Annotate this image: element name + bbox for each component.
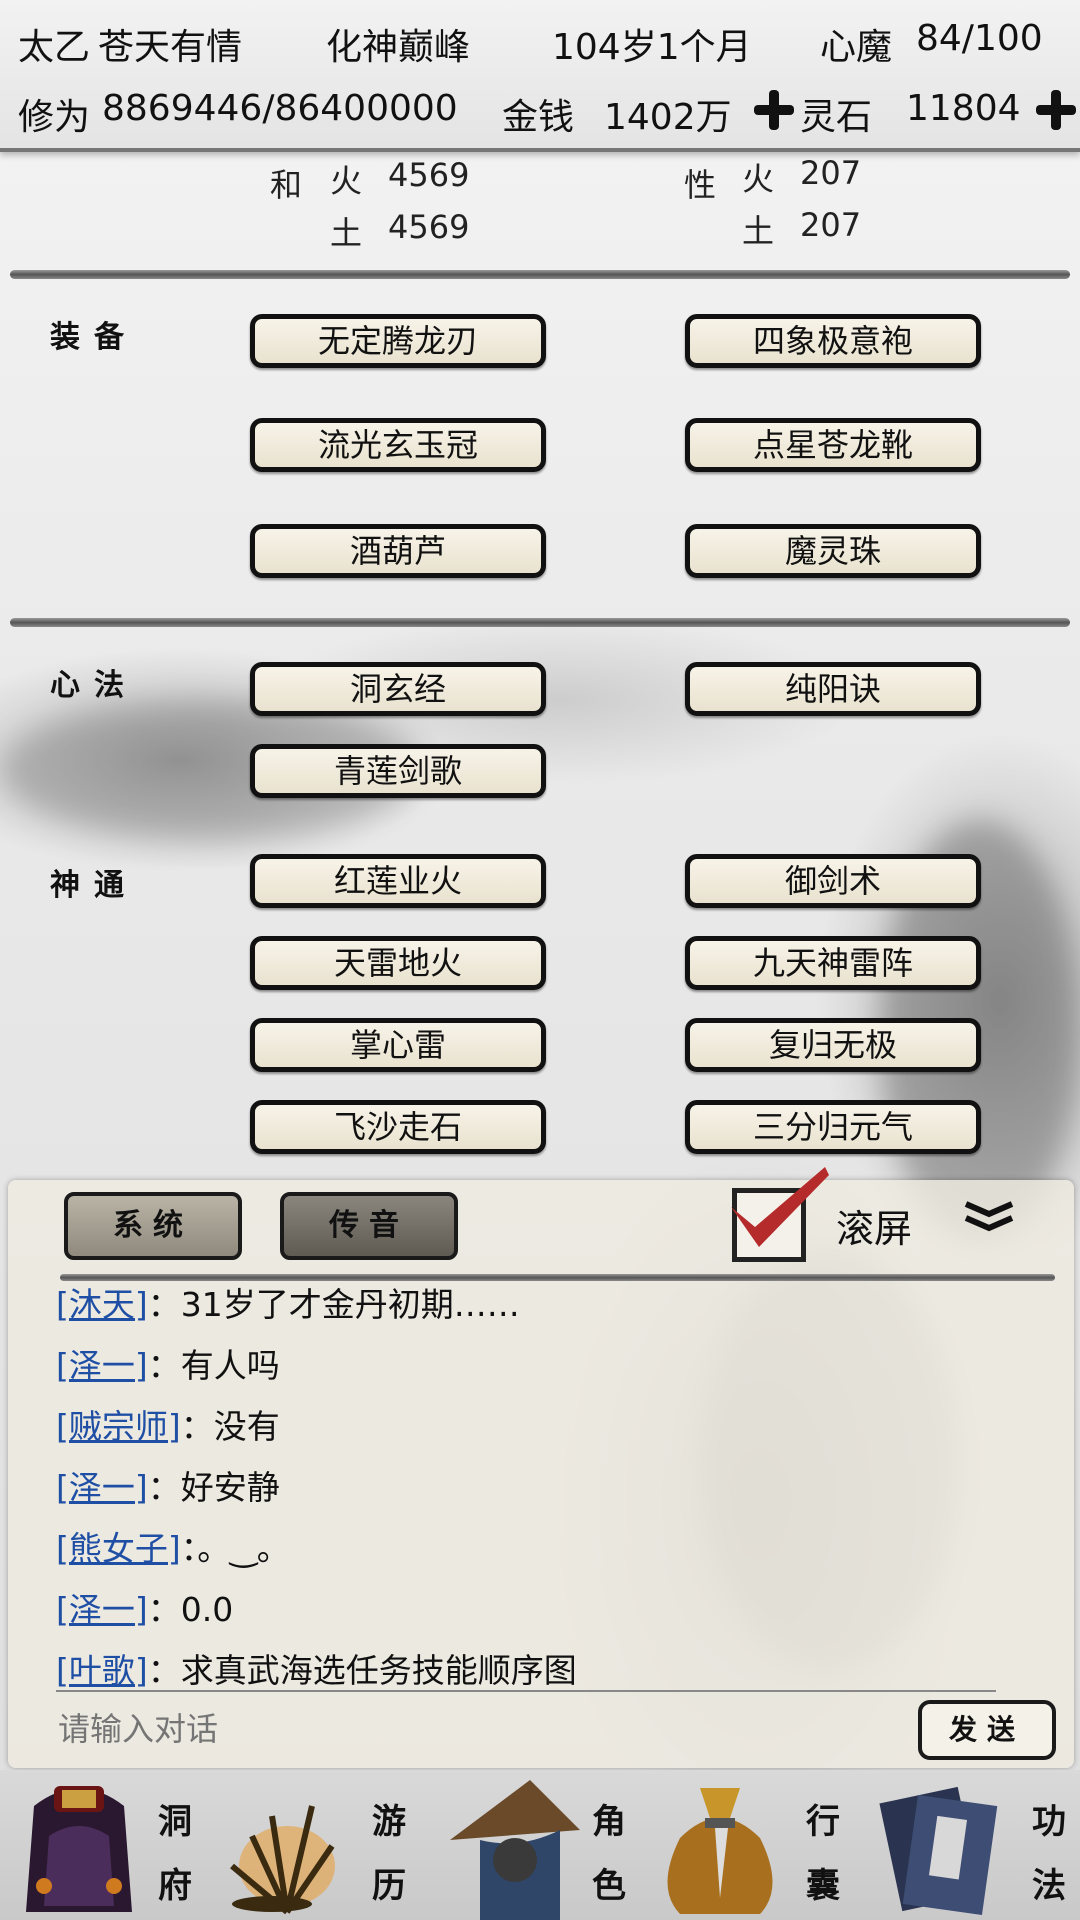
- equip-slot-gourd[interactable]: 酒葫芦: [250, 524, 546, 578]
- chat-message-text: ：有人吗: [147, 1346, 280, 1385]
- stat-right-earth-label: 土: [742, 212, 775, 250]
- chat-sender-link[interactable]: [泽一]: [56, 1590, 148, 1629]
- chat-input[interactable]: [56, 1706, 900, 1752]
- ability-4[interactable]: 九天神雷阵: [685, 936, 981, 990]
- cultivation-label: 修为: [18, 97, 91, 138]
- chevron-double-down-icon[interactable]: [962, 1200, 1016, 1234]
- age: 104岁1个月: [552, 27, 752, 68]
- bottom-nav: 洞 府 游 历 角 色 行 囊 功 法: [0, 1770, 1080, 1920]
- stat-left-earth-value: 4569: [388, 208, 470, 246]
- ability-8[interactable]: 三分归元气: [685, 1100, 981, 1154]
- scroll-label: 滚屏: [836, 1207, 913, 1251]
- abilities-label: 神通: [50, 868, 138, 903]
- chat-message-text: ：。‿。: [180, 1529, 290, 1568]
- ability-2[interactable]: 御剑术: [685, 854, 981, 908]
- chat-message: [泽一]：有人吗: [56, 1339, 280, 1387]
- books-icon[interactable]: [870, 1774, 1010, 1920]
- ability-6[interactable]: 复归无极: [685, 1018, 981, 1072]
- stat-left-label: 和: [270, 166, 303, 204]
- realm: 化神巅峰: [326, 27, 471, 68]
- stone-value: 11804: [906, 88, 1021, 129]
- heart-method-3[interactable]: 青莲剑歌: [250, 744, 546, 798]
- divider: [10, 618, 1070, 627]
- nav-bag-char2[interactable]: 囊: [806, 1858, 840, 1907]
- chat-sender-link[interactable]: [沐天]: [56, 1285, 148, 1324]
- tab-whisper[interactable]: 传音: [280, 1192, 458, 1260]
- chat-message-text: ：好安静: [147, 1468, 280, 1507]
- character-hat-icon[interactable]: [440, 1770, 590, 1920]
- equip-slot-boots[interactable]: 点星苍龙靴: [685, 418, 981, 472]
- chat-message: [叶歌]：求真武海选任务技能顺序图: [56, 1644, 577, 1692]
- chat-sender-link[interactable]: [贼宗师]: [56, 1407, 181, 1446]
- stat-left-fire-label: 火: [330, 162, 363, 200]
- check-mark-icon: [731, 1167, 829, 1247]
- ability-3[interactable]: 天雷地火: [250, 936, 546, 990]
- chat-message-text: ：0.0: [147, 1590, 234, 1629]
- chat-message-text: ：没有: [180, 1407, 280, 1446]
- nav-character-char2[interactable]: 色: [592, 1858, 626, 1907]
- chat-message: [沐天]：31岁了才金丹初期……: [56, 1278, 520, 1326]
- nav-cave-char2[interactable]: 府: [158, 1858, 192, 1907]
- player-name: 苍天有情: [98, 27, 243, 68]
- stat-left-fire-value: 4569: [388, 156, 470, 194]
- status-header: 太乙 苍天有情 化神巅峰 104岁1个月 心魔 84/100 修为 886944…: [0, 0, 1080, 152]
- ability-7[interactable]: 飞沙走石: [250, 1100, 546, 1154]
- ability-1[interactable]: 红莲业火: [250, 854, 546, 908]
- demon-value: 84/100: [916, 18, 1043, 59]
- add-stone-icon[interactable]: [1036, 90, 1076, 130]
- nav-travel-char2[interactable]: 历: [372, 1858, 406, 1907]
- chat-message: [泽一]：0.0: [56, 1583, 233, 1631]
- chat-sender-link[interactable]: [泽一]: [56, 1468, 148, 1507]
- chat-message: [贼宗师]：没有: [56, 1400, 280, 1448]
- stat-right-fire-label: 火: [742, 160, 775, 198]
- send-button[interactable]: 发送: [918, 1700, 1056, 1760]
- demon-label: 心魔: [820, 27, 893, 68]
- nav-skills-char2[interactable]: 法: [1032, 1858, 1066, 1907]
- heart-method-2[interactable]: 纯阳诀: [685, 662, 981, 716]
- nav-skills-char1[interactable]: 功: [1032, 1794, 1066, 1843]
- chat-sender-link[interactable]: [熊女子]: [56, 1529, 181, 1568]
- cultivation-value: 8869446/86400000: [102, 88, 458, 129]
- pouch-bag-icon[interactable]: [650, 1778, 790, 1920]
- nav-cave-char1[interactable]: 洞: [158, 1794, 192, 1843]
- chat-sender-link[interactable]: [泽一]: [56, 1346, 148, 1385]
- stat-left-earth-label: 土: [330, 214, 363, 252]
- chat-message: [泽一]：好安静: [56, 1461, 280, 1509]
- herb-plant-icon[interactable]: [212, 1786, 362, 1916]
- money-value: 1402万: [604, 97, 732, 138]
- stone-label: 灵石: [800, 97, 873, 138]
- sect-name: 太乙: [18, 27, 91, 68]
- stat-right-label: 性: [684, 166, 717, 204]
- stat-right-fire-value: 207: [800, 154, 862, 192]
- chat-sender-link[interactable]: [叶歌]: [56, 1651, 148, 1690]
- equip-slot-crown[interactable]: 流光玄玉冠: [250, 418, 546, 472]
- equipment-label: 装备: [50, 320, 138, 355]
- input-underline: [56, 1690, 996, 1692]
- equip-slot-weapon[interactable]: 无定腾龙刃: [250, 314, 546, 368]
- add-money-icon[interactable]: [754, 90, 794, 130]
- chat-message-text: ：求真武海选任务技能顺序图: [147, 1651, 577, 1690]
- heart-method-label: 心法: [50, 668, 138, 703]
- tab-system[interactable]: 系统: [64, 1192, 242, 1260]
- divider: [10, 270, 1070, 279]
- heart-method-1[interactable]: 洞玄经: [250, 662, 546, 716]
- equip-slot-orb[interactable]: 魔灵珠: [685, 524, 981, 578]
- chat-message-text: ：31岁了才金丹初期……: [147, 1285, 520, 1324]
- cave-dwelling-icon[interactable]: [14, 1776, 144, 1916]
- scroll-checkbox[interactable]: [731, 1167, 829, 1262]
- chat-message: [熊女子]：。‿。: [56, 1522, 290, 1570]
- nav-character-char1[interactable]: 角: [592, 1794, 626, 1843]
- stat-right-earth-value: 207: [800, 206, 862, 244]
- ability-5[interactable]: 掌心雷: [250, 1018, 546, 1072]
- nav-bag-char1[interactable]: 行: [806, 1794, 840, 1843]
- equip-slot-robe[interactable]: 四象极意袍: [685, 314, 981, 368]
- nav-travel-char1[interactable]: 游: [372, 1794, 406, 1843]
- money-label: 金钱: [502, 97, 575, 138]
